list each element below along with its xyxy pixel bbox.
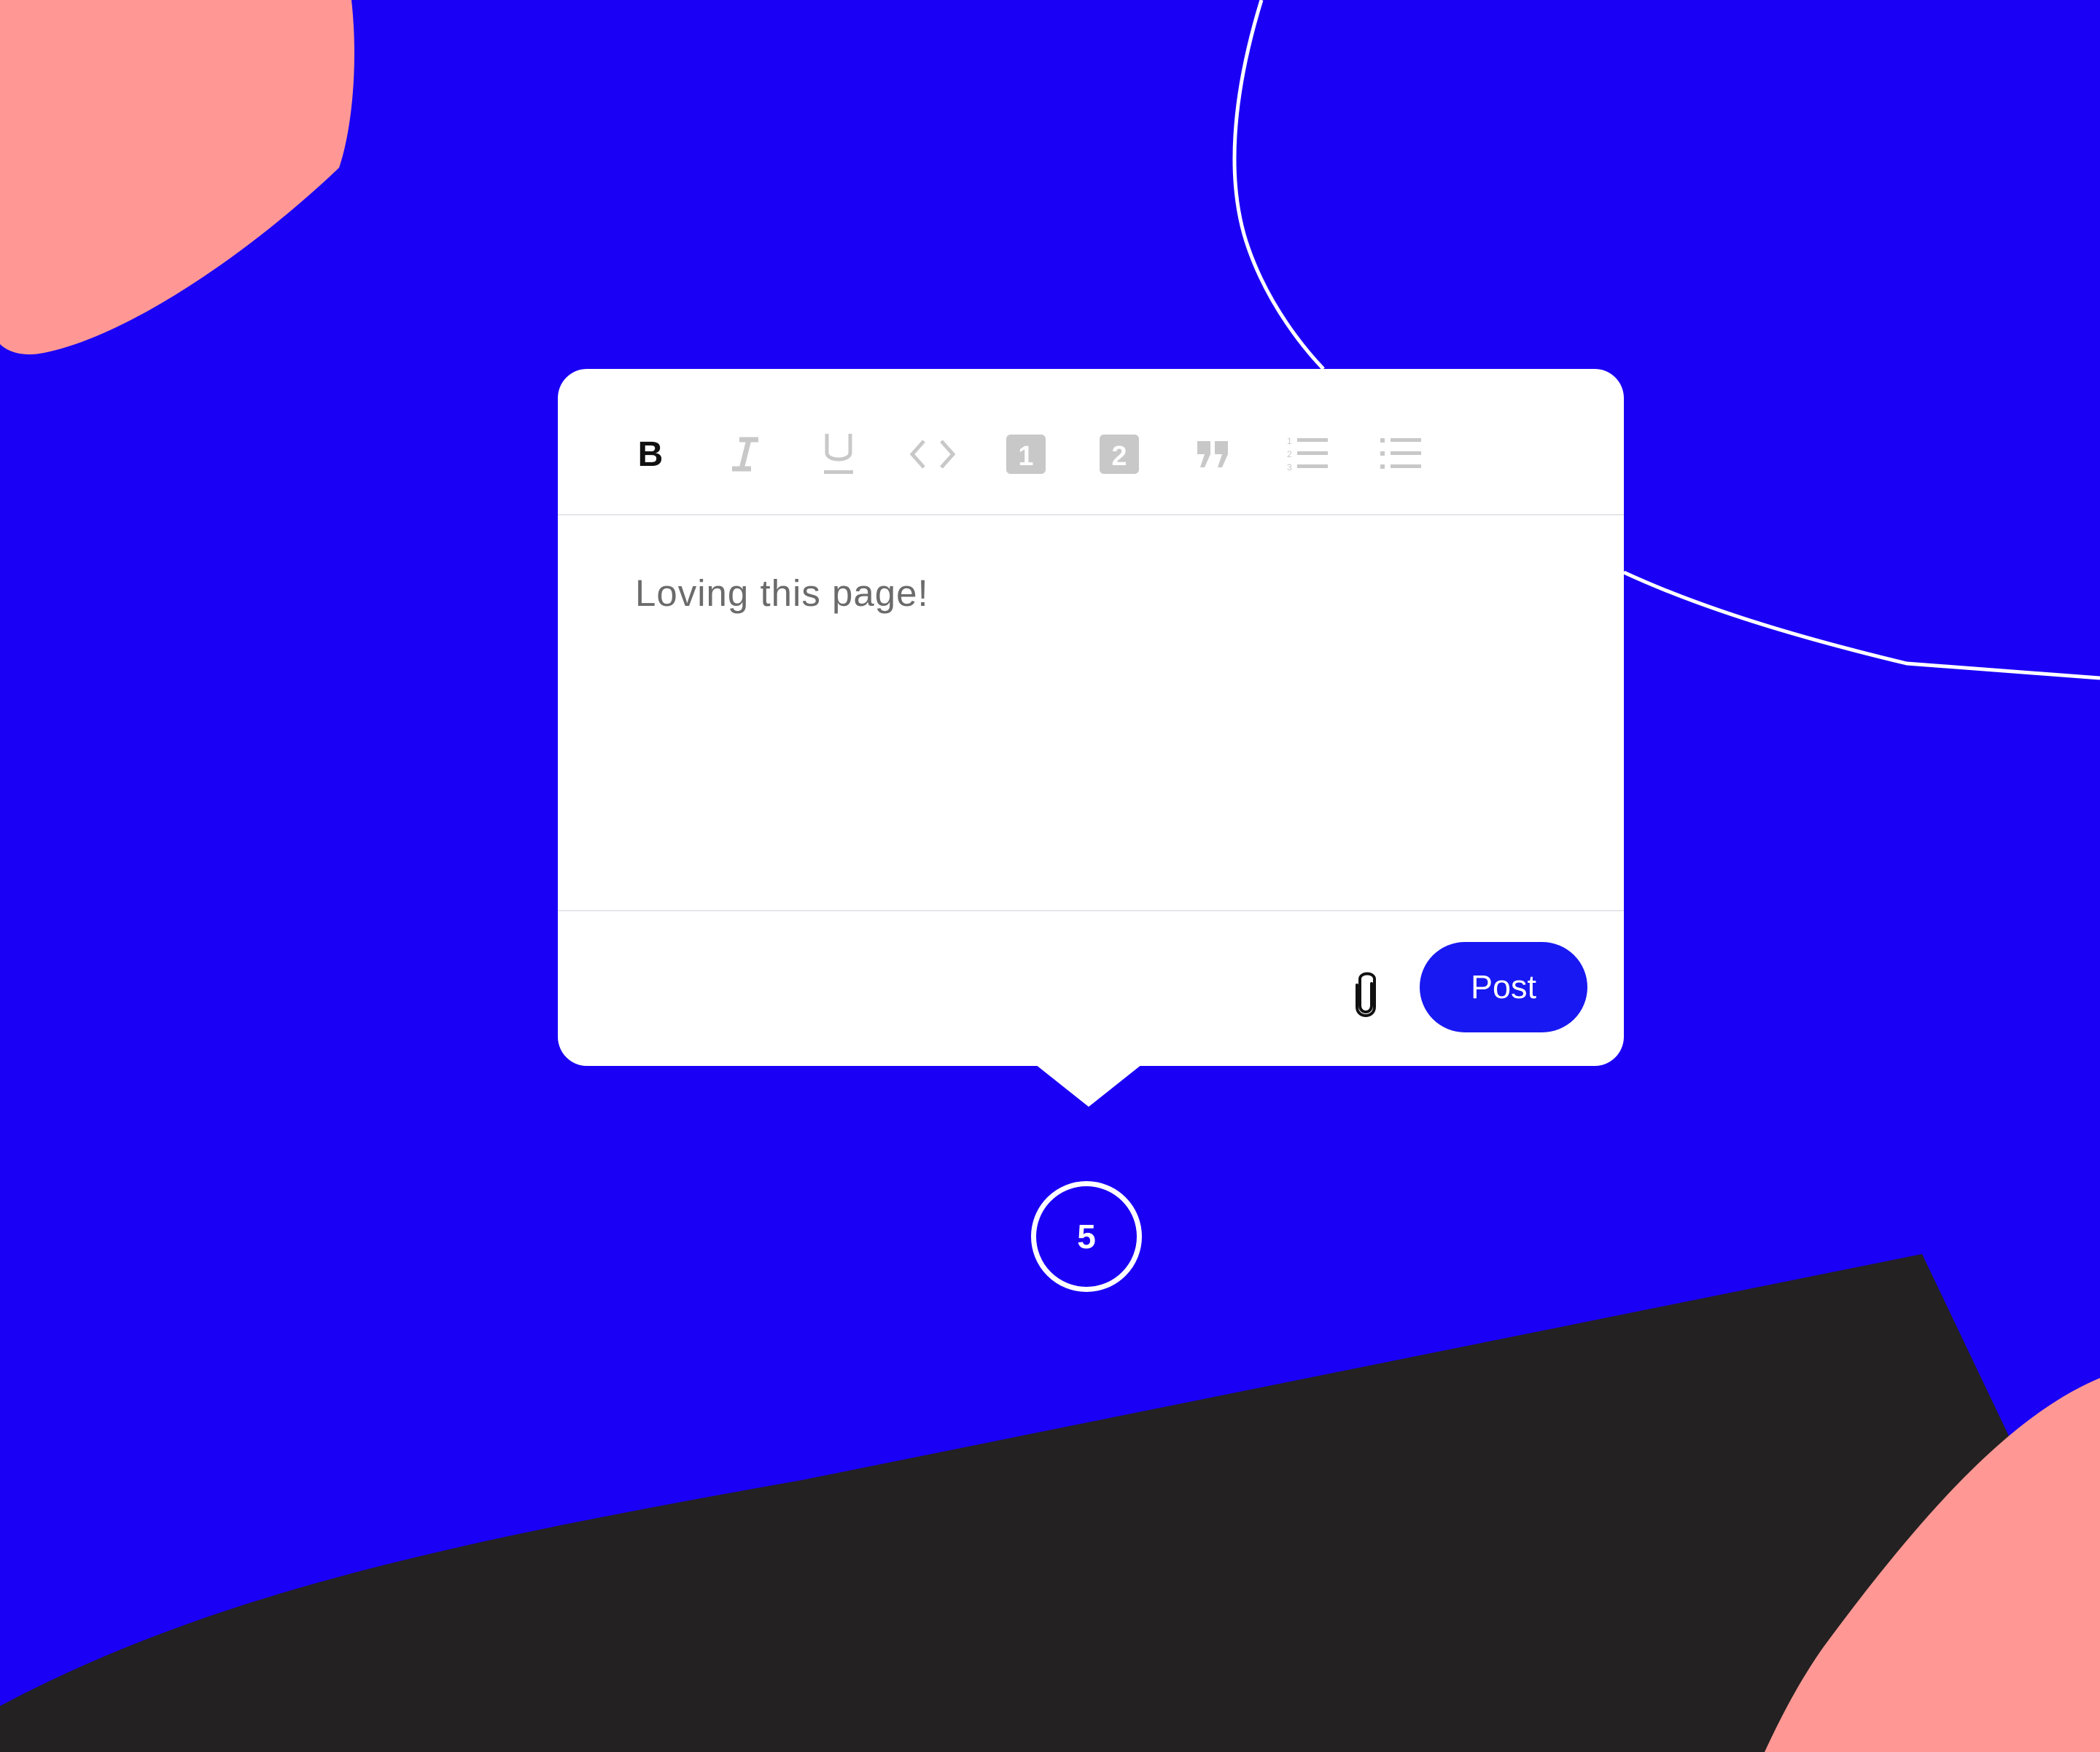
comment-text: Loving this page! [635, 572, 929, 614]
white-curve-line [1232, 0, 1325, 370]
popover-tail [1035, 1064, 1142, 1107]
attach-button[interactable] [1331, 961, 1401, 1031]
dark-band-bottom [0, 1254, 2100, 1752]
paperclip-icon [1351, 970, 1380, 1022]
post-button[interactable]: Post [1420, 942, 1587, 1032]
editor-body-layer: Loving this page! Post [558, 369, 1624, 1066]
salmon-blob-top-left [0, 0, 354, 355]
editor-footer: Post [558, 910, 1624, 1067]
step-number-badge: 5 [1031, 1181, 1142, 1292]
white-curve-line-right [1622, 570, 2100, 680]
comment-text-area[interactable]: Loving this page! [635, 572, 1547, 615]
